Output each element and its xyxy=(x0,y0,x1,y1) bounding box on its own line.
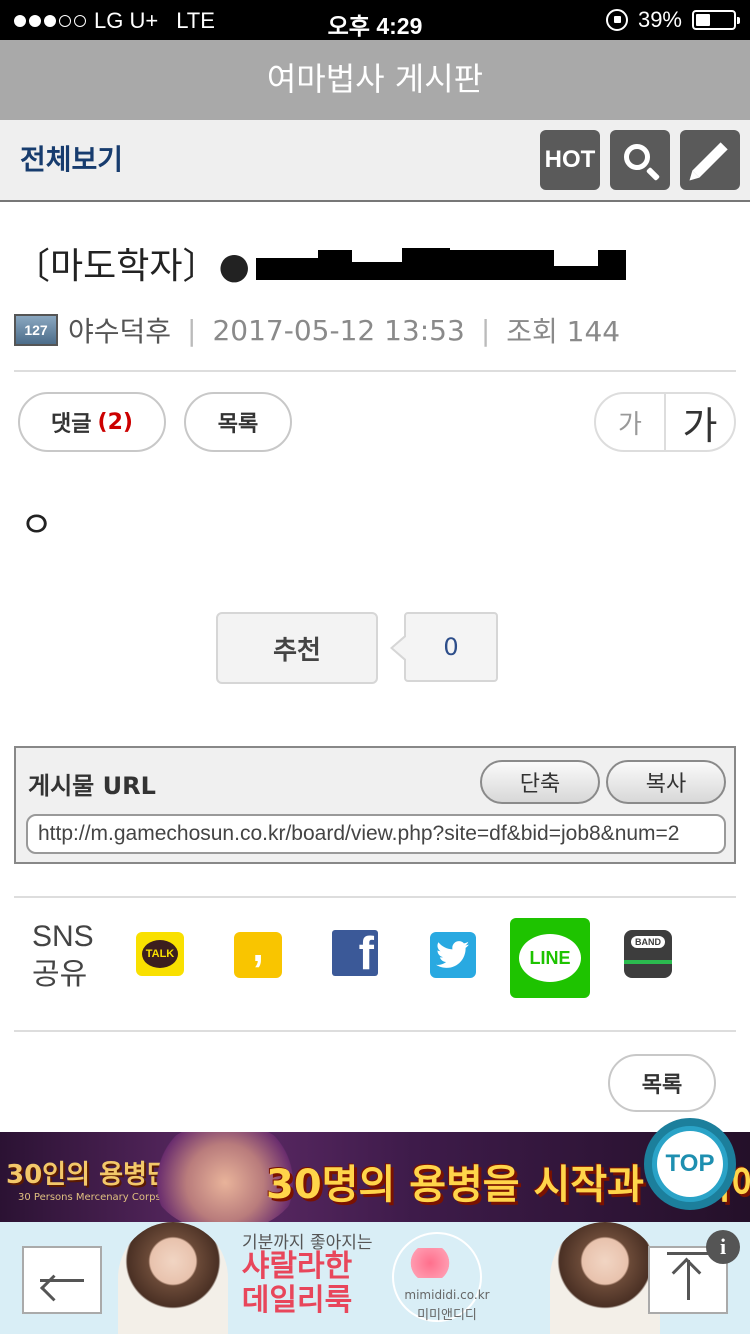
twitter-bird-icon xyxy=(436,941,470,968)
back-button[interactable] xyxy=(22,1246,102,1314)
model-photo xyxy=(550,1222,660,1334)
hot-button[interactable]: HOT xyxy=(540,130,600,190)
toolbar: HOT xyxy=(540,130,740,190)
comments-label: 댓글 xyxy=(51,412,92,437)
pencil-icon xyxy=(692,142,728,178)
twitter-share-button[interactable] xyxy=(430,932,476,978)
font-small-button[interactable]: 가 xyxy=(596,394,666,450)
sub-nav: 전체보기 HOT xyxy=(0,120,750,202)
kakaostory-icon: , xyxy=(252,925,264,970)
sns-label-line2: 공유 xyxy=(32,958,88,991)
sns-label-line1: SNS xyxy=(32,920,94,953)
post-meta: 127 야수덕후 | 2017-05-12 13:53 | 조회 144 xyxy=(14,310,620,350)
search-button[interactable] xyxy=(610,130,670,190)
battery-icon xyxy=(692,10,740,30)
battery-percent: 39% xyxy=(637,7,682,32)
heart-icon xyxy=(402,1248,458,1278)
band-stripe xyxy=(624,960,672,964)
post-title: 〔마도학자〕● xyxy=(14,238,626,288)
copy-button[interactable]: 복사 xyxy=(606,760,726,804)
font-size-toggle: 가 가 xyxy=(594,392,736,452)
divider-line xyxy=(14,1030,736,1032)
status-bar: LG U+ LTE 오후 4:29 39% xyxy=(0,0,750,40)
search-icon xyxy=(624,144,650,170)
line-share-button[interactable]: LINE xyxy=(510,918,590,998)
sns-share-label: SNS 공유 xyxy=(32,918,94,994)
game-ad-title: 30인의 용병단 xyxy=(6,1160,171,1190)
post-body: ㅇ xyxy=(20,505,54,546)
divider-line xyxy=(14,896,736,898)
comments-button[interactable]: 댓글 (2) xyxy=(18,392,166,452)
top-label: TOP xyxy=(657,1131,723,1197)
comments-count: (2) xyxy=(97,409,133,435)
kakaotalk-share-button[interactable]: TALK xyxy=(136,932,184,976)
arrow-up-icon xyxy=(666,1252,711,1300)
fashion-ad-brand: 미미앤디디 xyxy=(417,1308,477,1323)
post-url-label: 게시물 URL xyxy=(28,772,156,800)
author-name[interactable]: 야수덕후 xyxy=(68,310,171,350)
recommend-button[interactable]: 추천 xyxy=(216,612,378,684)
band-share-button[interactable]: BAND xyxy=(624,930,672,978)
facebook-share-button[interactable]: f xyxy=(332,930,378,976)
ad-info-icon[interactable]: i xyxy=(706,1230,740,1264)
kakaostory-share-button[interactable]: , xyxy=(234,926,282,978)
fashion-ad-site: mimididi.co.kr xyxy=(404,1288,490,1302)
page-title: 여마법사 게시판 xyxy=(0,40,750,120)
status-right: 39% xyxy=(605,7,740,33)
font-large-button[interactable]: 가 xyxy=(666,394,734,450)
post-title-text: 〔마도학자〕● xyxy=(14,246,250,287)
divider: | xyxy=(187,313,197,347)
post-datetime: 2017-05-12 13:53 xyxy=(212,313,465,347)
post-url-box: 게시물 URL 단축 복사 http://m.gamechosun.co.kr/… xyxy=(14,746,736,864)
shorten-button[interactable]: 단축 xyxy=(480,760,600,804)
model-photo xyxy=(118,1222,228,1334)
band-icon: BAND xyxy=(631,936,665,948)
divider-line xyxy=(14,370,736,372)
write-button[interactable] xyxy=(680,130,740,190)
kakaotalk-icon: TALK xyxy=(142,940,178,968)
divider: | xyxy=(480,313,491,347)
redacted-block xyxy=(255,246,626,280)
game-ad-subtitle: 30 Persons Mercenary Corps xyxy=(18,1192,161,1203)
fashion-ad-banner[interactable]: 기분까지 좋아지는 샤랄라한 데일리룩 mimididi.co.kr 미미앤디디… xyxy=(0,1222,750,1334)
fashion-ad-headline: 샤랄라한 데일리룩 xyxy=(241,1249,353,1318)
view-count: 조회 144 xyxy=(506,315,621,348)
facebook-icon: f xyxy=(358,927,374,979)
recommend-count: 0 xyxy=(390,612,498,682)
line-icon: LINE xyxy=(519,934,581,982)
list-button-bottom[interactable]: 목록 xyxy=(608,1054,716,1112)
post-url-field[interactable]: http://m.gamechosun.co.kr/board/view.php… xyxy=(26,814,726,854)
level-badge-icon: 127 xyxy=(14,314,58,346)
scroll-top-button[interactable]: TOP xyxy=(644,1118,736,1210)
rotation-lock-icon xyxy=(605,9,628,31)
arrow-left-icon xyxy=(40,1278,84,1282)
game-ad-banner[interactable]: 30인의 용병단 30 Persons Mercenary Corps 30명의… xyxy=(0,1132,750,1222)
view-all-link[interactable]: 전체보기 xyxy=(20,138,123,178)
list-button[interactable]: 목록 xyxy=(184,392,292,452)
